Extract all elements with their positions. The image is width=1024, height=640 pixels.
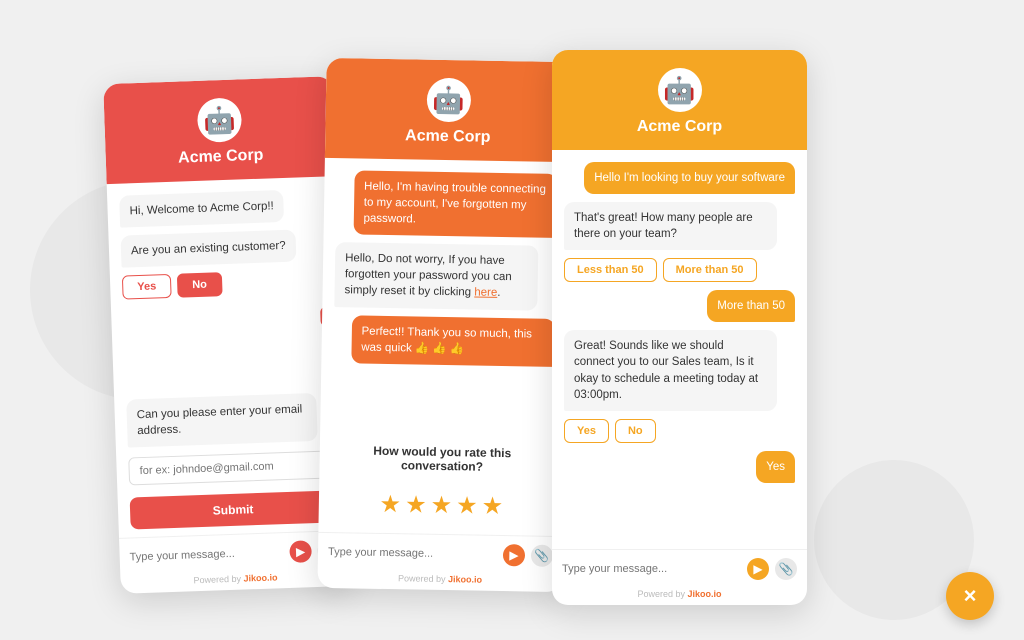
cards-container: 🤖 Acme Corp Hi, Welcome to Acme Corp!! A… — [112, 40, 912, 600]
chat-card-3: 🤖 Acme Corp Hello I'm looking to buy you… — [552, 50, 807, 605]
card2-bot-icon: 🤖 — [432, 84, 465, 116]
card1-msg3: Can you please enter your email address. — [126, 393, 317, 448]
card1-avatar: 🤖 — [197, 97, 243, 143]
card2-title: Acme Corp — [405, 127, 491, 146]
card1-email-input[interactable] — [128, 450, 335, 485]
chat-card-2: 🤖 Acme Corp Hello, I'm having trouble co… — [317, 58, 571, 592]
card1-footer-input[interactable] — [129, 546, 283, 563]
card2-body: Hello, I'm having trouble connecting to … — [318, 158, 569, 536]
card3-powered-by: Powered by Jikoo.io — [552, 586, 807, 605]
card2-msg-user2: Perfect!! Thank you so much, this was qu… — [351, 315, 555, 367]
card1-submit-btn[interactable]: Submit — [130, 490, 337, 529]
card1-header: 🤖 Acme Corp — [103, 76, 336, 184]
close-icon: × — [964, 585, 977, 607]
card2-footer-input[interactable] — [328, 546, 497, 561]
star-3[interactable]: ★ — [430, 491, 452, 520]
card2-msg-user1: Hello, I'm having trouble connecting to … — [353, 170, 557, 238]
card3-footer-input[interactable] — [562, 563, 741, 575]
card3-bot-icon: 🤖 — [663, 75, 695, 106]
card3-btn-more50[interactable]: More than 50 — [663, 258, 757, 282]
card2-header: 🤖 Acme Corp — [325, 58, 572, 162]
chat-card-1: 🤖 Acme Corp Hi, Welcome to Acme Corp!! A… — [103, 76, 351, 594]
star-1[interactable]: ★ — [379, 490, 401, 519]
card3-title: Acme Corp — [637, 118, 722, 136]
card3-body: Hello I'm looking to buy your software T… — [552, 150, 807, 549]
card2-clip-icon[interactable]: 📎 — [531, 545, 553, 567]
card3-footer: ▶ 📎 — [552, 549, 807, 586]
card2-msg-bot1: Hello, Do not worry, If you have forgott… — [334, 242, 538, 310]
card1-email-wrap — [128, 450, 335, 485]
card3-msg-bot1: That's great! How many people are there … — [564, 202, 777, 250]
card3-msg-user2: More than 50 — [707, 290, 795, 322]
card3-btn-row2: Yes No — [564, 419, 795, 443]
close-fab-button[interactable]: × — [946, 572, 994, 620]
card1-btn-yes[interactable]: Yes — [122, 274, 172, 300]
card3-btn-less50[interactable]: Less than 50 — [564, 258, 657, 282]
card3-btn-yes[interactable]: Yes — [564, 419, 609, 443]
card3-clip-icon[interactable]: 📎 — [775, 558, 797, 580]
card1-msg2: Are you an existing customer? — [120, 230, 296, 268]
card1-body: Hi, Welcome to Acme Corp!! Are you an ex… — [107, 176, 349, 538]
card1-btn-row: Yes No — [122, 269, 329, 300]
card2-footer: ▶ 📎 — [318, 532, 564, 573]
card1-title: Acme Corp — [178, 147, 264, 168]
card1-send-icon[interactable]: ▶ — [289, 540, 312, 563]
card3-msg-user3: Yes — [756, 451, 795, 483]
card2-avatar: 🤖 — [426, 78, 471, 123]
card3-send-icon[interactable]: ▶ — [747, 558, 769, 580]
card2-rating-question: How would you rate this conversation? — [331, 439, 553, 479]
card1-msg1: Hi, Welcome to Acme Corp!! — [119, 190, 284, 228]
card3-header: 🤖 Acme Corp — [552, 50, 807, 150]
card3-avatar: 🤖 — [658, 68, 702, 112]
card3-btn-no[interactable]: No — [615, 419, 656, 443]
card3-msg-user1: Hello I'm looking to buy your software — [584, 162, 795, 194]
card2-send-icon[interactable]: ▶ — [503, 544, 525, 566]
card1-btn-no[interactable]: No — [177, 272, 222, 298]
star-4[interactable]: ★ — [456, 491, 478, 520]
card2-here-link[interactable]: here — [474, 287, 497, 299]
star-2[interactable]: ★ — [405, 490, 427, 519]
star-5[interactable]: ★ — [481, 492, 503, 521]
card3-msg-bot2: Great! Sounds like we should connect you… — [564, 330, 777, 410]
card3-btn-row1: Less than 50 More than 50 — [564, 258, 795, 282]
card1-bot-icon: 🤖 — [203, 104, 236, 136]
card2-stars: ★ ★ ★ ★ ★ — [331, 483, 553, 528]
card2-powered-by: Powered by Jikoo.io — [317, 569, 562, 592]
